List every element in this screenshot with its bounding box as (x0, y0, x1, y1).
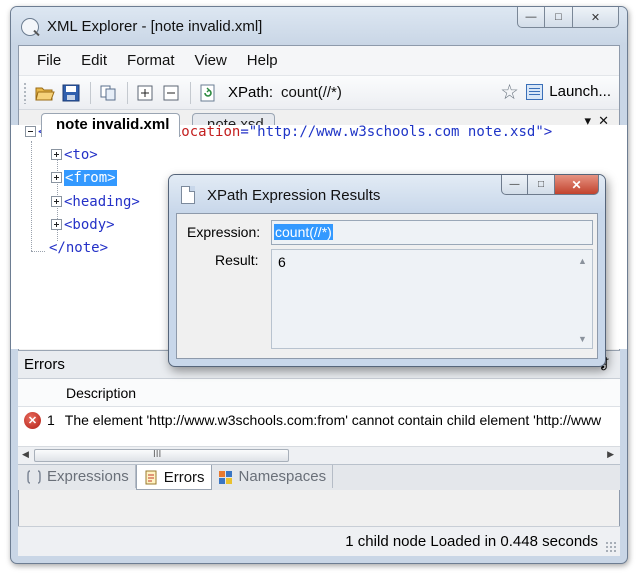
toolbar-separator (190, 81, 191, 104)
namespaces-icon (218, 470, 232, 484)
collapse-node-icon[interactable] (25, 125, 36, 137)
refresh-icon[interactable] (196, 81, 220, 105)
expand-node-icon[interactable] (51, 195, 62, 207)
window-title: XML Explorer - [note invalid.xml] (47, 18, 263, 35)
result-field[interactable]: 6 ▲ ▼ (271, 249, 593, 349)
menu-file[interactable]: File (27, 52, 71, 69)
menu-format[interactable]: Format (117, 52, 185, 69)
errors-pane-title: Errors (24, 356, 65, 373)
maximize-button[interactable]: □ (545, 7, 573, 28)
tree-node-to[interactable]: <to> (51, 145, 98, 165)
tab-errors[interactable]: Errors (135, 465, 212, 490)
scroll-down-icon[interactable]: ▼ (578, 334, 587, 344)
horizontal-scrollbar[interactable]: ◀ III ▶ (18, 446, 620, 464)
tree-node-from[interactable]: <from> (51, 168, 117, 188)
copy-icon[interactable] (96, 81, 120, 105)
status-bar: 1 child node Loaded in 0.448 seconds (18, 526, 620, 556)
expression-value: count(//*) (274, 224, 333, 240)
toolbar-separator (90, 81, 91, 104)
expand-node-icon[interactable] (51, 171, 62, 183)
scrollbar-thumb[interactable]: III (34, 449, 289, 462)
xpath-results-dialog: XPath Expression Results — □ ✕ Expressio… (168, 174, 606, 367)
tree-node-heading[interactable]: <heading> (51, 192, 140, 212)
xpath-input[interactable] (281, 84, 502, 101)
tree-guide-line (31, 251, 45, 252)
expressions-icon (27, 469, 41, 484)
error-number: 1 (47, 412, 55, 428)
toolbar-grip[interactable] (23, 81, 27, 104)
clipboard-icon (145, 470, 157, 485)
title-bar[interactable]: XML Explorer - [note invalid.xml] — □ ✕ (11, 7, 627, 45)
error-icon: ✕ (24, 411, 41, 429)
minimize-button[interactable]: — (517, 7, 545, 28)
magnifier-app-icon (21, 18, 39, 36)
menu-edit[interactable]: Edit (71, 52, 117, 69)
expand-all-icon[interactable] (133, 81, 157, 105)
dialog-title-bar[interactable]: XPath Expression Results — □ ✕ (169, 175, 605, 213)
expression-field[interactable]: count(//*) (271, 220, 593, 245)
star-icon[interactable]: ☆ (500, 81, 519, 105)
dialog-client: Expression: count(//*) Result: 6 ▲ ▼ (176, 213, 598, 359)
toolbar-separator (127, 81, 128, 104)
result-label: Result: (215, 252, 259, 268)
result-value: 6 (278, 254, 286, 270)
expand-node-icon[interactable] (51, 148, 62, 160)
tab-expressions[interactable]: Expressions (20, 465, 136, 488)
resize-grip[interactable] (605, 541, 617, 553)
document-icon (181, 186, 195, 204)
dialog-minimize-button[interactable]: — (501, 175, 528, 195)
error-description: The element 'http://www.w3schools.com:fr… (64, 412, 602, 428)
scroll-right-icon[interactable]: ▶ (607, 449, 614, 460)
menu-view[interactable]: View (185, 52, 237, 69)
dialog-title: XPath Expression Results (207, 187, 381, 204)
save-icon[interactable] (59, 81, 83, 105)
dialog-close-button[interactable]: ✕ (555, 175, 599, 195)
column-header-description[interactable]: Description (18, 379, 620, 407)
dialog-caption-buttons: — □ ✕ (501, 175, 599, 195)
scroll-up-icon[interactable]: ▲ (578, 256, 587, 266)
caption-buttons: — □ ✕ (517, 7, 619, 29)
result-scrollbar[interactable]: ▲ ▼ (578, 256, 588, 344)
tree-guide-line (31, 141, 32, 251)
errors-pane: Errors ❡ Description ✕ 1 The element 'ht… (18, 350, 620, 464)
open-folder-icon[interactable] (33, 81, 57, 105)
tab-note-invalid-xml[interactable]: note invalid.xml (41, 113, 181, 137)
close-button[interactable]: ✕ (573, 7, 619, 28)
list-window-icon (526, 83, 544, 100)
thumb-grip: III (153, 449, 162, 460)
tree-node-note-end[interactable]: </note> (49, 238, 108, 258)
table-row[interactable]: ✕ 1 The element 'http://www.w3schools.co… (18, 407, 620, 433)
menu-bar: File Edit Format View Help (19, 46, 619, 76)
bottom-tabs: Expressions Errors Namespaces (18, 464, 620, 490)
expression-label: Expression: (187, 224, 261, 240)
status-text: 1 child node Loaded in 0.448 seconds (345, 533, 598, 550)
launch-button[interactable]: Launch... (526, 83, 611, 100)
toolbar: XPath: ☆ Launch... (19, 76, 619, 110)
scroll-left-icon[interactable]: ◀ (22, 449, 29, 460)
tree-node-body[interactable]: <body> (51, 215, 115, 235)
dialog-maximize-button[interactable]: □ (528, 175, 555, 195)
expand-node-icon[interactable] (51, 218, 62, 230)
collapse-all-icon[interactable] (159, 81, 183, 105)
tab-namespaces[interactable]: Namespaces (212, 465, 334, 488)
launch-label: Launch... (549, 83, 611, 100)
xpath-label: XPath: (228, 84, 274, 101)
menu-help[interactable]: Help (237, 52, 288, 69)
